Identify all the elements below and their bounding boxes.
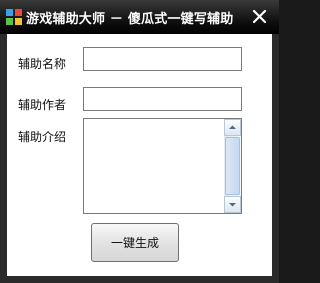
arrow-down-icon xyxy=(229,203,236,207)
window-title: 游戏辅助大师 － 傻瓜式一键写辅助 xyxy=(26,12,234,27)
close-icon xyxy=(251,9,268,28)
scroll-thumb[interactable] xyxy=(225,137,240,195)
scroll-up-button[interactable] xyxy=(224,119,241,136)
scroll-down-button[interactable] xyxy=(224,196,241,213)
intro-textarea-container xyxy=(83,118,242,214)
arrow-up-icon xyxy=(229,125,236,129)
author-input[interactable] xyxy=(83,87,242,111)
app-icon xyxy=(6,9,22,25)
generate-button[interactable]: 一键生成 xyxy=(91,223,179,262)
name-input[interactable] xyxy=(83,47,242,71)
form-panel: 辅助名称 辅助作者 辅助介绍 一键生成 xyxy=(7,34,272,276)
intro-scrollbar[interactable] xyxy=(224,119,241,213)
intro-textarea[interactable] xyxy=(84,119,224,213)
intro-label: 辅助介绍 xyxy=(18,130,67,144)
close-button[interactable] xyxy=(251,8,268,25)
author-label: 辅助作者 xyxy=(18,98,67,112)
name-label: 辅助名称 xyxy=(18,57,67,71)
title-bar[interactable]: 游戏辅助大师 － 傻瓜式一键写辅助 xyxy=(0,0,279,34)
app-window: 游戏辅助大师 － 傻瓜式一键写辅助 辅助名称 辅助作者 辅助介绍 一键生成 xyxy=(0,0,279,283)
